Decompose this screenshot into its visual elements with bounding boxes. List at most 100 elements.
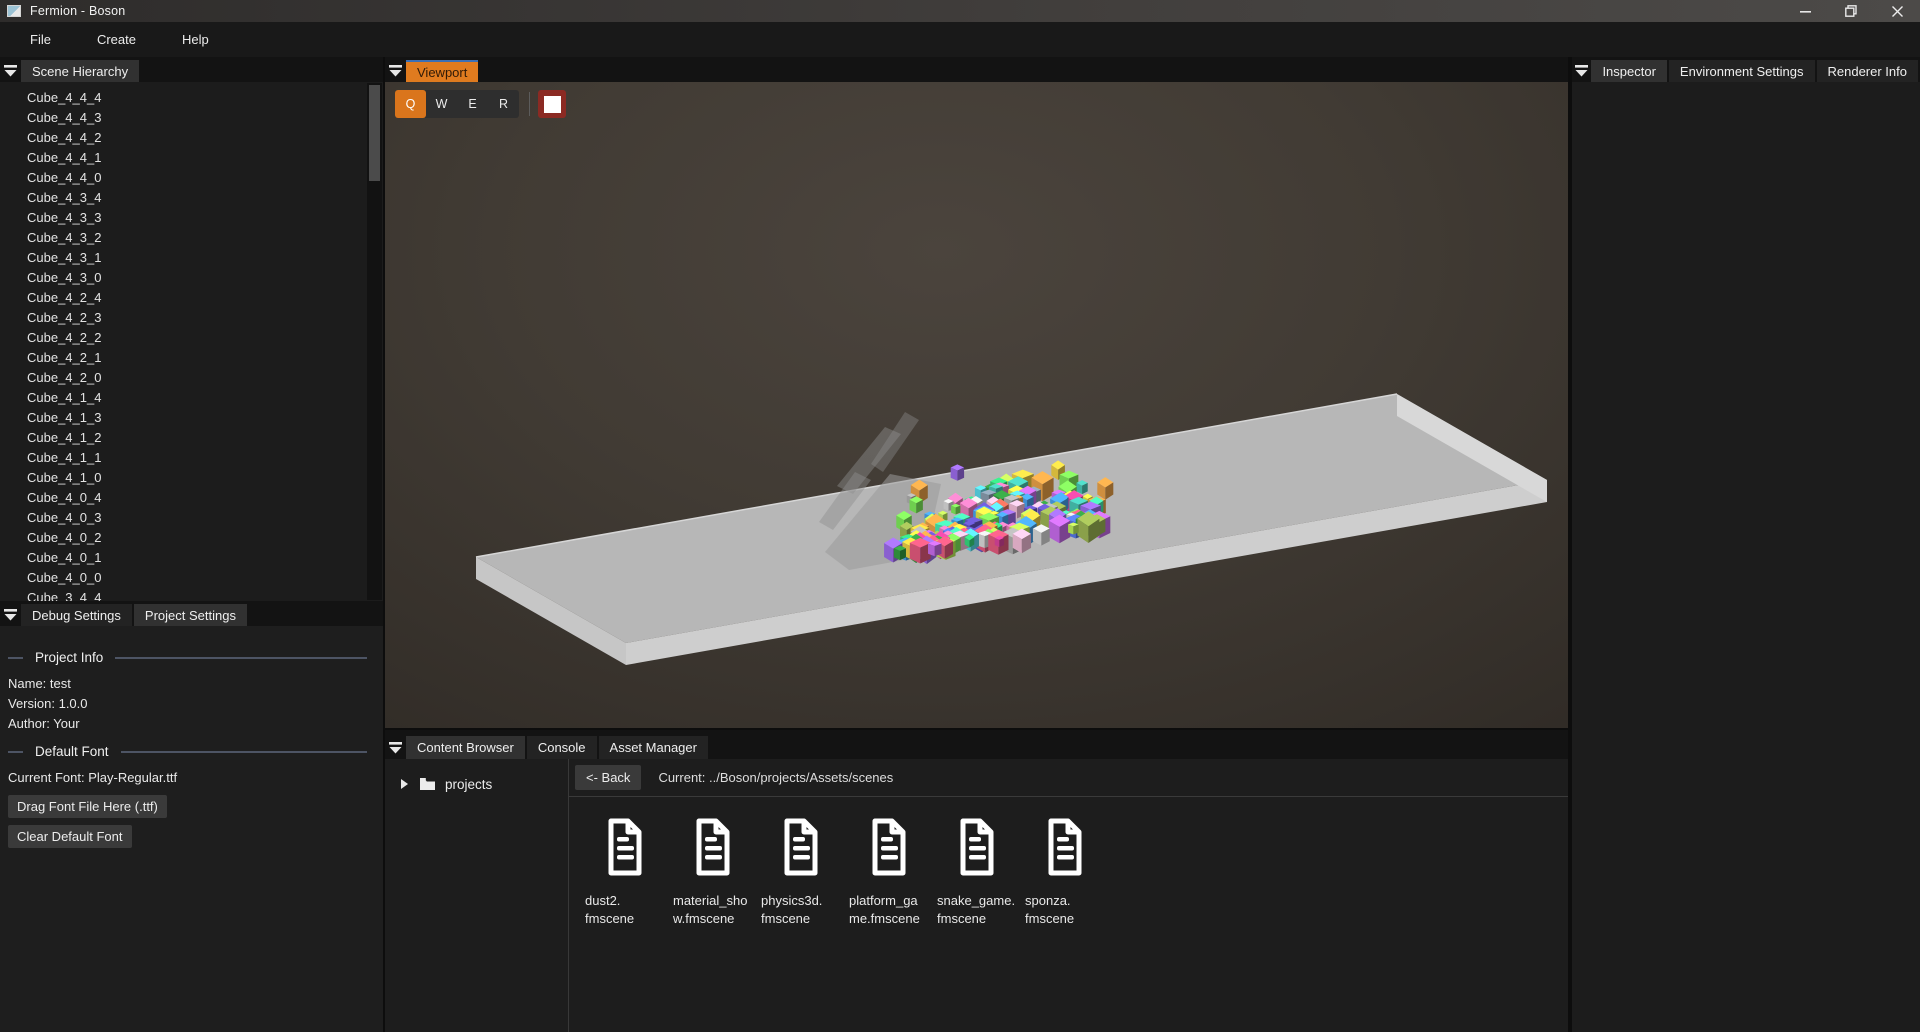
tool-q-button[interactable]: Q [395,90,426,118]
back-button[interactable]: <- Back [575,765,641,790]
hierarchy-item[interactable]: Cube_4_3_4 [27,188,383,208]
window-controls [1782,0,1920,22]
drag-font-button[interactable]: Drag Font File Here (.ttf) [8,795,167,818]
tree-expand-arrow-icon[interactable] [401,779,408,789]
color-swatch-fill [544,96,561,113]
hierarchy-item[interactable]: Cube_4_1_3 [27,408,383,428]
hierarchy-item[interactable]: Cube_4_0_3 [27,508,383,528]
hierarchy-item[interactable]: Cube_4_3_1 [27,248,383,268]
hierarchy-item[interactable]: Cube_4_3_3 [27,208,383,228]
menu-create[interactable]: Create [97,32,136,47]
hierarchy-item[interactable]: Cube_4_1_0 [27,468,383,488]
hierarchy-item[interactable]: Cube_4_4_4 [27,88,383,108]
scene-file[interactable]: dust2. fmscene [583,818,667,928]
hierarchy-item[interactable]: Cube_4_2_2 [27,328,383,348]
project-name: Name: test [8,674,375,694]
scene-file[interactable]: material_sho w.fmscene [671,818,755,928]
hierarchy-tabbar: Scene Hierarchy [0,57,383,82]
hierarchy-item[interactable]: Cube_4_1_1 [27,448,383,468]
hierarchy-item[interactable]: Cube_4_0_4 [27,488,383,508]
restore-icon [1845,5,1857,17]
hierarchy-item[interactable]: Cube_4_2_0 [27,368,383,388]
hierarchy-scrollbar[interactable] [367,83,382,600]
hierarchy-item[interactable]: Cube_4_4_1 [27,148,383,168]
tab-project-settings[interactable]: Project Settings [134,604,247,626]
transform-tool-group: Q W E R [395,90,519,118]
browser-toolbar: <- Back Current: ../Boson/projects/Asset… [569,759,1568,797]
hierarchy-item[interactable]: Cube_4_0_1 [27,548,383,568]
hierarchy-item[interactable]: Cube_4_0_0 [27,568,383,588]
folder-tree: projects [385,759,569,1032]
color-swatch-button[interactable] [538,90,566,118]
hierarchy-item[interactable]: Cube_4_3_0 [27,268,383,288]
hierarchy-item[interactable]: Cube_3_4_4 [27,588,383,601]
scene-file-icon [693,818,733,876]
collapse-arrow-icon [389,65,402,77]
tab-renderer-info[interactable]: Renderer Info [1817,60,1919,82]
tab-viewport[interactable]: Viewport [406,60,478,82]
project-settings-content: Project Info Name: test Version: 1.0.0 A… [0,626,383,1032]
content-browser-body: projects <- Back Current: ../Boson/proje… [385,759,1568,1032]
viewport-3d-view[interactable]: Q W E R [385,82,1568,728]
scene-file[interactable]: physics3d. fmscene [759,818,843,928]
close-button[interactable] [1874,0,1920,22]
restore-button[interactable] [1828,0,1874,22]
hierarchy-item[interactable]: Cube_4_2_4 [27,288,383,308]
application-window: Fermion - Boson File Create Help [0,0,1920,1032]
collapse-button[interactable] [1572,60,1591,82]
hierarchy-item[interactable]: Cube_4_2_1 [27,348,383,368]
hierarchy-item[interactable]: Cube_4_4_0 [27,168,383,188]
tab-environment-settings[interactable]: Environment Settings [1669,60,1815,82]
hierarchy-item[interactable]: Cube_4_0_2 [27,528,383,548]
tab-scene-hierarchy[interactable]: Scene Hierarchy [21,60,139,82]
file-browser: <- Back Current: ../Boson/projects/Asset… [569,759,1568,1032]
hierarchy-item[interactable]: Cube_4_1_2 [27,428,383,448]
collapse-button[interactable] [385,60,406,82]
scene-file[interactable]: snake_game. fmscene [935,818,1019,928]
tool-w-button[interactable]: W [426,90,457,118]
scene-file-icon [605,818,645,876]
tab-debug-settings[interactable]: Debug Settings [21,604,132,626]
tool-e-button[interactable]: E [457,90,488,118]
minimize-button[interactable] [1782,0,1828,22]
collapse-button[interactable] [385,736,406,759]
current-path: Current: ../Boson/projects/Assets/scenes [658,770,893,785]
project-version: Version: 1.0.0 [8,694,375,714]
menu-help[interactable]: Help [182,32,209,47]
tab-console[interactable]: Console [527,736,597,759]
hierarchy-item[interactable]: Cube_4_1_4 [27,388,383,408]
scene-file-label: dust2. fmscene [583,892,667,928]
inspector-tabbar: Inspector Environment Settings Renderer … [1572,57,1920,82]
tree-item-projects[interactable]: projects [385,772,568,796]
collapse-button[interactable] [0,604,21,626]
menu-file[interactable]: File [30,32,51,47]
collapse-arrow-icon [4,609,17,621]
tool-r-button[interactable]: R [488,90,519,118]
hierarchy-item[interactable]: Cube_4_3_2 [27,228,383,248]
viewport-tabbar: Viewport [385,57,1568,82]
hierarchy-item[interactable]: Cube_4_2_3 [27,308,383,328]
scene-file-label: sponza. fmscene [1023,892,1107,928]
tab-asset-manager[interactable]: Asset Manager [599,736,708,759]
scene-file-label: physics3d. fmscene [759,892,843,928]
section-default-font: Default Font [8,744,375,759]
separator-dash [8,657,23,659]
collapse-button[interactable] [0,60,21,82]
tab-inspector[interactable]: Inspector [1591,60,1666,82]
section-title: Default Font [35,744,109,759]
hierarchy-item[interactable]: Cube_4_4_3 [27,108,383,128]
hierarchy-list: Cube_4_4_4Cube_4_4_3Cube_4_4_2Cube_4_4_1… [0,82,383,601]
scene-file[interactable]: platform_ga me.fmscene [847,818,931,928]
viewport-panel: Viewport Q W E R [385,57,1568,728]
clear-font-button[interactable]: Clear Default Font [8,825,132,848]
tab-content-browser[interactable]: Content Browser [406,736,525,759]
hierarchy-item[interactable]: Cube_4_4_2 [27,128,383,148]
window-title: Fermion - Boson [30,4,125,18]
folder-icon [420,778,435,790]
settings-tabbar: Debug Settings Project Settings [0,601,383,626]
scene-file[interactable]: sponza. fmscene [1023,818,1107,928]
inspector-panel: Inspector Environment Settings Renderer … [1572,57,1920,1032]
collapse-arrow-icon [4,65,17,77]
toolbar-separator [529,92,530,116]
scrollbar-thumb[interactable] [369,85,380,181]
